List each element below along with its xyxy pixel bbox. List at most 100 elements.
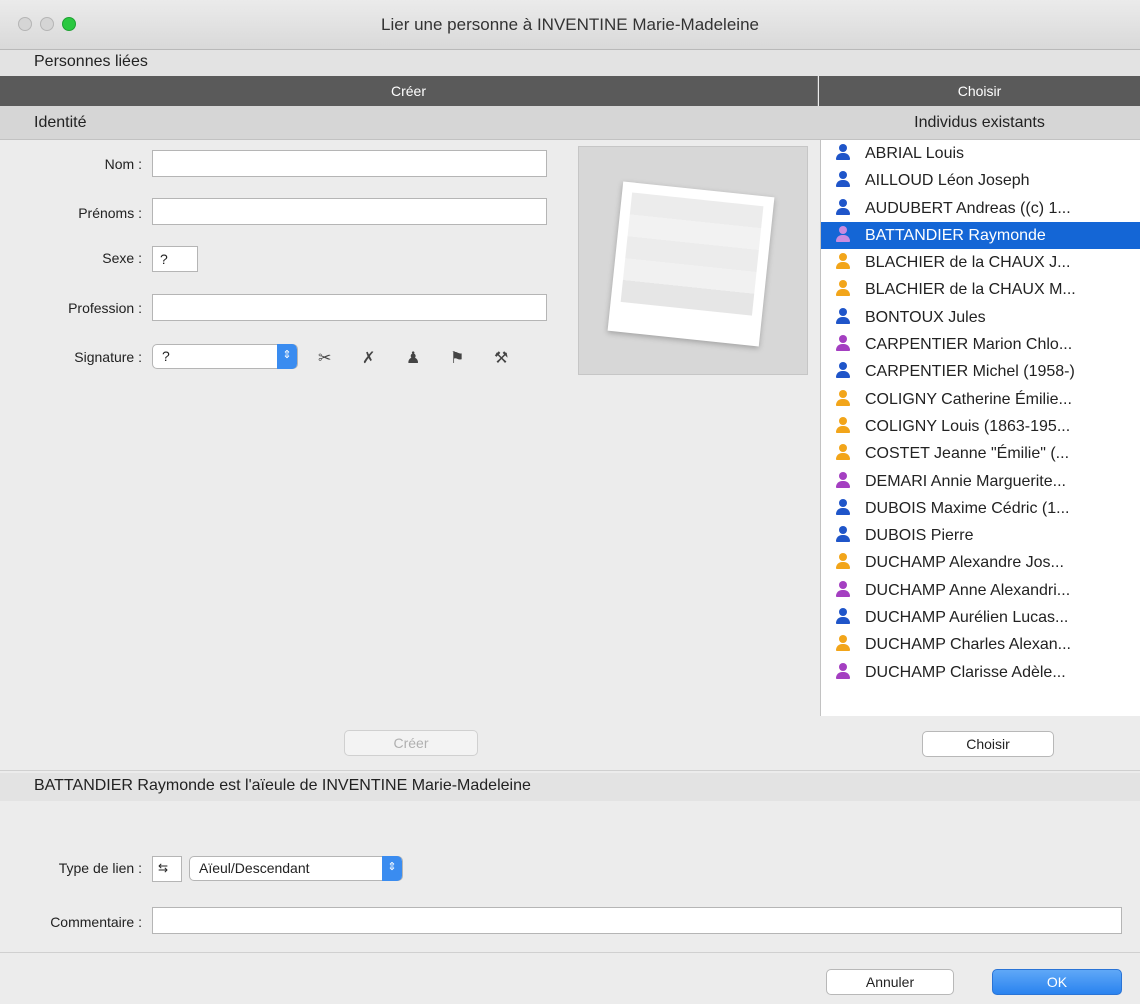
person-icon <box>835 526 851 543</box>
signature-popup[interactable]: ? ⇕ <box>152 344 298 369</box>
person-icon <box>835 362 851 379</box>
list-item[interactable]: DUCHAMP Anne Alexandri... <box>821 577 1140 604</box>
prenoms-label: Prénoms : <box>78 205 142 221</box>
person-name: CARPENTIER Marion Chlo... <box>865 336 1073 354</box>
comment-input[interactable] <box>152 907 1122 934</box>
person-name: BLACHIER de la CHAUX M... <box>865 281 1076 299</box>
person-name: AUDUBERT Andreas ((c) 1... <box>865 199 1071 217</box>
window-title: Lier une personne à INVENTINE Marie-Made… <box>381 15 759 34</box>
individuals-list[interactable]: ABRIAL Louis AILLOUD Léon Joseph AUDUBERT … <box>820 140 1140 716</box>
list-item[interactable]: DUCHAMP Aurélien Lucas... <box>821 604 1140 631</box>
person-name: COSTET Jeanne "Émilie" (... <box>865 445 1070 463</box>
sexe-field[interactable]: ? <box>152 246 198 272</box>
nom-label: Nom : <box>104 156 142 172</box>
tab-creer[interactable]: Créer <box>0 76 818 106</box>
person-name: CARPENTIER Michel (1958-) <box>865 363 1075 381</box>
person-icon <box>835 471 851 488</box>
person-icon <box>835 553 851 570</box>
identity-label: Identité <box>34 114 87 131</box>
cancel-button[interactable]: Annuler <box>826 969 954 995</box>
cancel-button-label: Annuler <box>865 974 915 990</box>
existing-individuals-header: Individus existants <box>819 106 1140 140</box>
person-name: DUBOIS Pierre <box>865 527 974 545</box>
person-name: AILLOUD Léon Joseph <box>865 172 1030 190</box>
clear-icon[interactable]: ✗ <box>362 348 375 368</box>
list-item[interactable]: BATTANDIER Raymonde <box>821 221 1140 250</box>
list-item[interactable]: ABRIAL Louis <box>821 140 1140 167</box>
list-item[interactable]: COLIGNY Catherine Émilie... <box>821 386 1140 413</box>
person-name: COLIGNY Catherine Émilie... <box>865 390 1072 408</box>
person-icon <box>835 144 851 160</box>
list-item[interactable]: BLACHIER de la CHAUX J... <box>821 249 1140 276</box>
list-item[interactable]: DEMARI Annie Marguerite... <box>821 468 1140 495</box>
link-type-value: Aïeul/Descendant <box>199 860 310 876</box>
person-name: BONTOUX Jules <box>865 308 986 326</box>
person-name: DUCHAMP Clarisse Adèle... <box>865 663 1066 681</box>
list-item[interactable]: AUDUBERT Andreas ((c) 1... <box>821 195 1140 222</box>
hammer-icon[interactable]: ⚒ <box>494 348 508 368</box>
choisir-button[interactable]: Choisir <box>922 731 1054 757</box>
person-icon <box>835 498 851 515</box>
person-icon <box>835 253 851 270</box>
existing-individuals-label: Individus existants <box>914 114 1045 131</box>
identity-form: Nom : Prénoms : Sexe : ? Profession : Si… <box>0 140 817 716</box>
profession-input[interactable] <box>152 294 547 321</box>
identity-header: Identité <box>0 106 819 140</box>
photo-placeholder-icon <box>607 181 775 347</box>
signature-value: ? <box>162 348 170 364</box>
relation-summary: BATTANDIER Raymonde est l'aïeule de INVE… <box>34 777 531 794</box>
photo-well[interactable] <box>578 146 808 375</box>
person-name: DUCHAMP Anne Alexandri... <box>865 581 1071 599</box>
list-item[interactable]: CARPENTIER Michel (1958-) <box>821 358 1140 385</box>
ok-button[interactable]: OK <box>992 969 1122 995</box>
person-icon <box>835 389 851 406</box>
list-item[interactable]: DUBOIS Pierre <box>821 522 1140 549</box>
person-name: DUCHAMP Charles Alexan... <box>865 636 1071 654</box>
swap-direction-icon[interactable]: ⇆ <box>152 856 182 882</box>
tab-choisir-label: Choisir <box>957 83 1002 99</box>
person-icon <box>835 335 851 352</box>
list-item[interactable]: BLACHIER de la CHAUX M... <box>821 276 1140 303</box>
person-icon <box>835 280 851 297</box>
person-icon <box>835 171 851 188</box>
link-type-popup[interactable]: Aïeul/Descendant ⇕ <box>189 856 403 881</box>
list-item[interactable]: COLIGNY Louis (1863-195... <box>821 413 1140 440</box>
list-item[interactable]: DUCHAMP Alexandre Jos... <box>821 549 1140 576</box>
person-icon[interactable]: ♟ <box>406 348 420 368</box>
scissors-icon[interactable]: ✂ <box>318 348 331 368</box>
list-item[interactable]: AILLOUD Léon Joseph <box>821 167 1140 194</box>
person-icon <box>835 635 851 652</box>
person-name: BLACHIER de la CHAUX J... <box>865 254 1071 272</box>
person-name: COLIGNY Louis (1863-195... <box>865 417 1071 435</box>
list-item[interactable]: DUCHAMP Charles Alexan... <box>821 631 1140 658</box>
chevron-updown-icon: ⇕ <box>277 344 297 369</box>
flag-icon[interactable]: ⚑ <box>450 348 464 368</box>
person-name: ABRIAL Louis <box>865 145 965 162</box>
choisir-button-label: Choisir <box>966 736 1010 752</box>
nom-input[interactable] <box>152 150 547 177</box>
person-name: DEMARI Annie Marguerite... <box>865 472 1066 490</box>
person-icon <box>835 608 851 625</box>
link-type-label: Type de lien : <box>58 860 142 876</box>
person-name: DUBOIS Maxime Cédric (1... <box>865 499 1070 517</box>
person-icon <box>835 416 851 433</box>
tab-choisir[interactable]: Choisir <box>819 76 1140 106</box>
person-name: DUCHAMP Alexandre Jos... <box>865 554 1064 572</box>
person-icon <box>835 307 851 324</box>
person-name: DUCHAMP Aurélien Lucas... <box>865 609 1069 627</box>
person-icon <box>835 444 851 461</box>
list-item[interactable]: COSTET Jeanne "Émilie" (... <box>821 440 1140 467</box>
section-title: Personnes liées <box>34 53 148 70</box>
person-icon <box>835 662 851 679</box>
comment-label: Commentaire : <box>50 914 142 930</box>
list-item[interactable]: DUCHAMP Clarisse Adèle... <box>821 659 1140 686</box>
list-item[interactable]: BONTOUX Jules <box>821 304 1140 331</box>
person-name: BATTANDIER Raymonde <box>865 226 1046 244</box>
list-item[interactable]: DUBOIS Maxime Cédric (1... <box>821 495 1140 522</box>
creer-button[interactable]: Créer <box>344 730 478 756</box>
title-bar: Lier une personne à INVENTINE Marie-Made… <box>0 0 1140 50</box>
person-icon <box>835 580 851 597</box>
person-icon <box>835 198 851 215</box>
list-item[interactable]: CARPENTIER Marion Chlo... <box>821 331 1140 358</box>
prenoms-input[interactable] <box>152 198 547 225</box>
